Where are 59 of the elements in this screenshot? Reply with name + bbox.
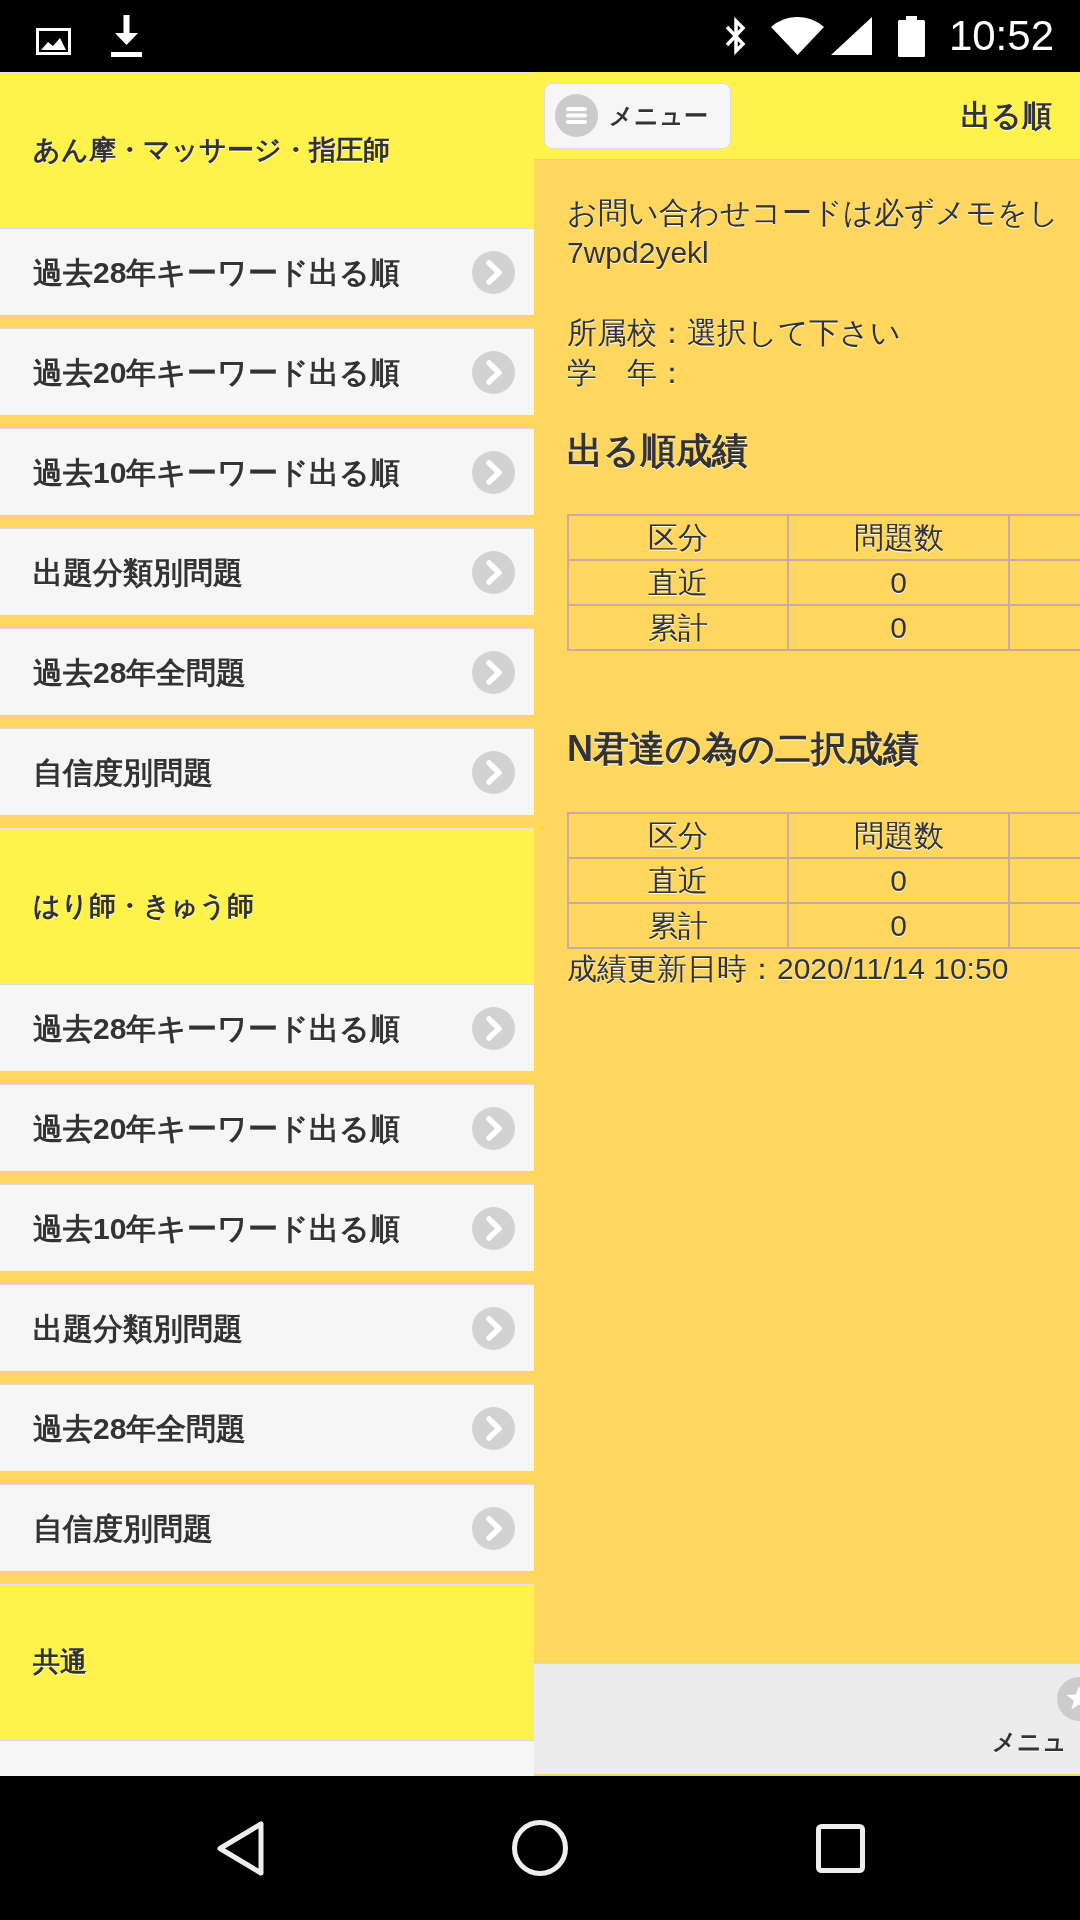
section-header: あん摩・マッサージ・指圧師 [0, 72, 534, 228]
chevron-right-icon [472, 550, 515, 594]
chevron-right-icon [472, 1506, 515, 1550]
battery-icon [897, 15, 925, 57]
update-time: 成績更新日時：2020/11/14 10:50 [567, 951, 1009, 987]
section-heading: N君達の為の二択成績 [567, 727, 919, 771]
table-cell: 0 [789, 904, 1010, 949]
clock-time: 10:52 [948, 15, 1054, 57]
table-cell: 累計 [569, 904, 789, 949]
menu-item[interactable]: 過去20年キーワード出る順 [0, 1084, 534, 1171]
signal-icon [830, 17, 872, 55]
download-icon [110, 14, 143, 58]
menu-item[interactable]: 過去28年キーワード出る順 [0, 228, 534, 315]
table-cell: 直近 [569, 859, 789, 904]
image-icon [36, 27, 71, 55]
chevron-right-icon [472, 250, 515, 294]
menu-icon [555, 94, 598, 137]
home-icon[interactable] [512, 1820, 568, 1876]
chevron-right-icon [472, 1306, 515, 1350]
menu-item[interactable]: 過去28年全問題 [0, 628, 534, 715]
back-icon[interactable] [217, 1820, 264, 1876]
chevron-right-icon [472, 1106, 515, 1150]
column-header: 区分 [569, 516, 789, 561]
chevron-right-icon [472, 1206, 515, 1250]
menu-item[interactable]: 過去10年キーワード出る順 [0, 428, 534, 515]
chevron-right-icon [472, 750, 515, 794]
chevron-right-icon [472, 1006, 515, 1050]
inquiry-code: 7wpd2yekl [567, 235, 709, 271]
chevron-right-icon [472, 350, 515, 394]
section-header: 共通 [0, 1584, 534, 1740]
table-cell: 0 [789, 606, 1010, 651]
menu-item[interactable]: 自信度別問題 [0, 728, 534, 815]
wifi-icon [769, 17, 825, 55]
table-cell: 直近 [569, 561, 789, 606]
section-header: はり師・きゅう師 [0, 828, 534, 984]
chevron-right-icon [472, 450, 515, 494]
chevron-right-icon [472, 1406, 515, 1450]
menu-item[interactable]: 過去28年全問題 [0, 1384, 534, 1471]
school-label: 所属校：選択して下さい [567, 315, 901, 351]
column-header: 区分 [569, 814, 789, 859]
section-heading: 出る順成績 [567, 429, 748, 473]
column-header: 問題数 [789, 814, 1010, 859]
column-header: 問題数 [789, 516, 1010, 561]
table-cell: 0 [789, 859, 1010, 904]
menu-item[interactable]: 出題分類別問題 [0, 528, 534, 615]
menu-item[interactable]: 過去28年キーワード出る順 [0, 984, 534, 1071]
menu-button[interactable]: メニュー [544, 82, 731, 149]
table-cell: 累計 [569, 606, 789, 651]
menu-tab[interactable]: メニュ [992, 1677, 1080, 1755]
menu-item[interactable]: 出題分類別問題 [0, 1284, 534, 1371]
menu-item[interactable]: 過去10年キーワード出る順 [0, 1184, 534, 1271]
menu-item[interactable]: 自信度別問題 [0, 1484, 534, 1571]
page-title: 出る順 [961, 98, 1052, 134]
notice-text: お問い合わせコードは必ずメモをし [567, 195, 1059, 231]
recents-icon[interactable] [816, 1823, 865, 1873]
chevron-right-icon [472, 650, 515, 694]
grade-label: 学 年： [567, 355, 687, 391]
table-cell: 0 [789, 561, 1010, 606]
menu-item[interactable]: 過去20年キーワード出る順 [0, 328, 534, 415]
